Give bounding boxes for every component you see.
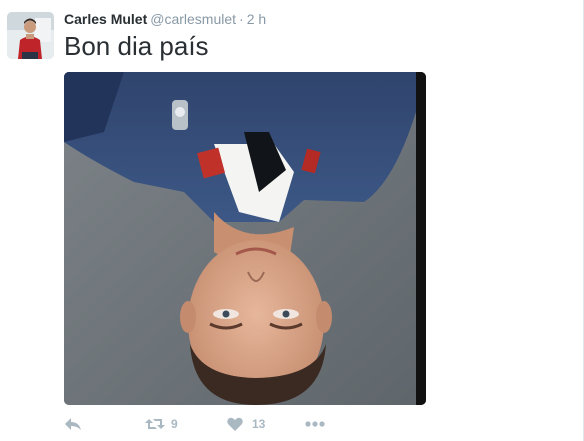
tweet-card: Carles Mulet @carlesmulet · 2 h Bon dia paí… <box>0 0 584 441</box>
like-count: 13 <box>252 417 266 431</box>
tweet-media-photo[interactable] <box>64 72 426 405</box>
retweet-button[interactable]: 9 <box>145 414 178 434</box>
user-avatar-icon <box>7 12 54 59</box>
tweet-actions: 9 13 <box>64 414 364 434</box>
separator-dot: · <box>239 11 244 27</box>
user-handle[interactable]: @carlesmulet <box>150 11 236 27</box>
more-icon <box>305 421 325 427</box>
retweet-count: 9 <box>171 417 178 431</box>
avatar[interactable] <box>7 12 54 59</box>
reply-icon <box>65 418 81 430</box>
heart-icon <box>227 417 243 431</box>
upside-down-portrait-image <box>64 72 426 405</box>
tweet-timestamp[interactable]: 2 h <box>247 11 266 27</box>
retweet-icon <box>145 419 165 429</box>
reply-button[interactable] <box>64 414 82 434</box>
like-button[interactable]: 13 <box>227 414 265 434</box>
display-name[interactable]: Carles Mulet <box>64 11 147 27</box>
more-button[interactable] <box>305 414 325 434</box>
tweet-text: Bon dia país <box>64 31 209 61</box>
tweet-header: Carles Mulet @carlesmulet · 2 h <box>64 11 266 27</box>
